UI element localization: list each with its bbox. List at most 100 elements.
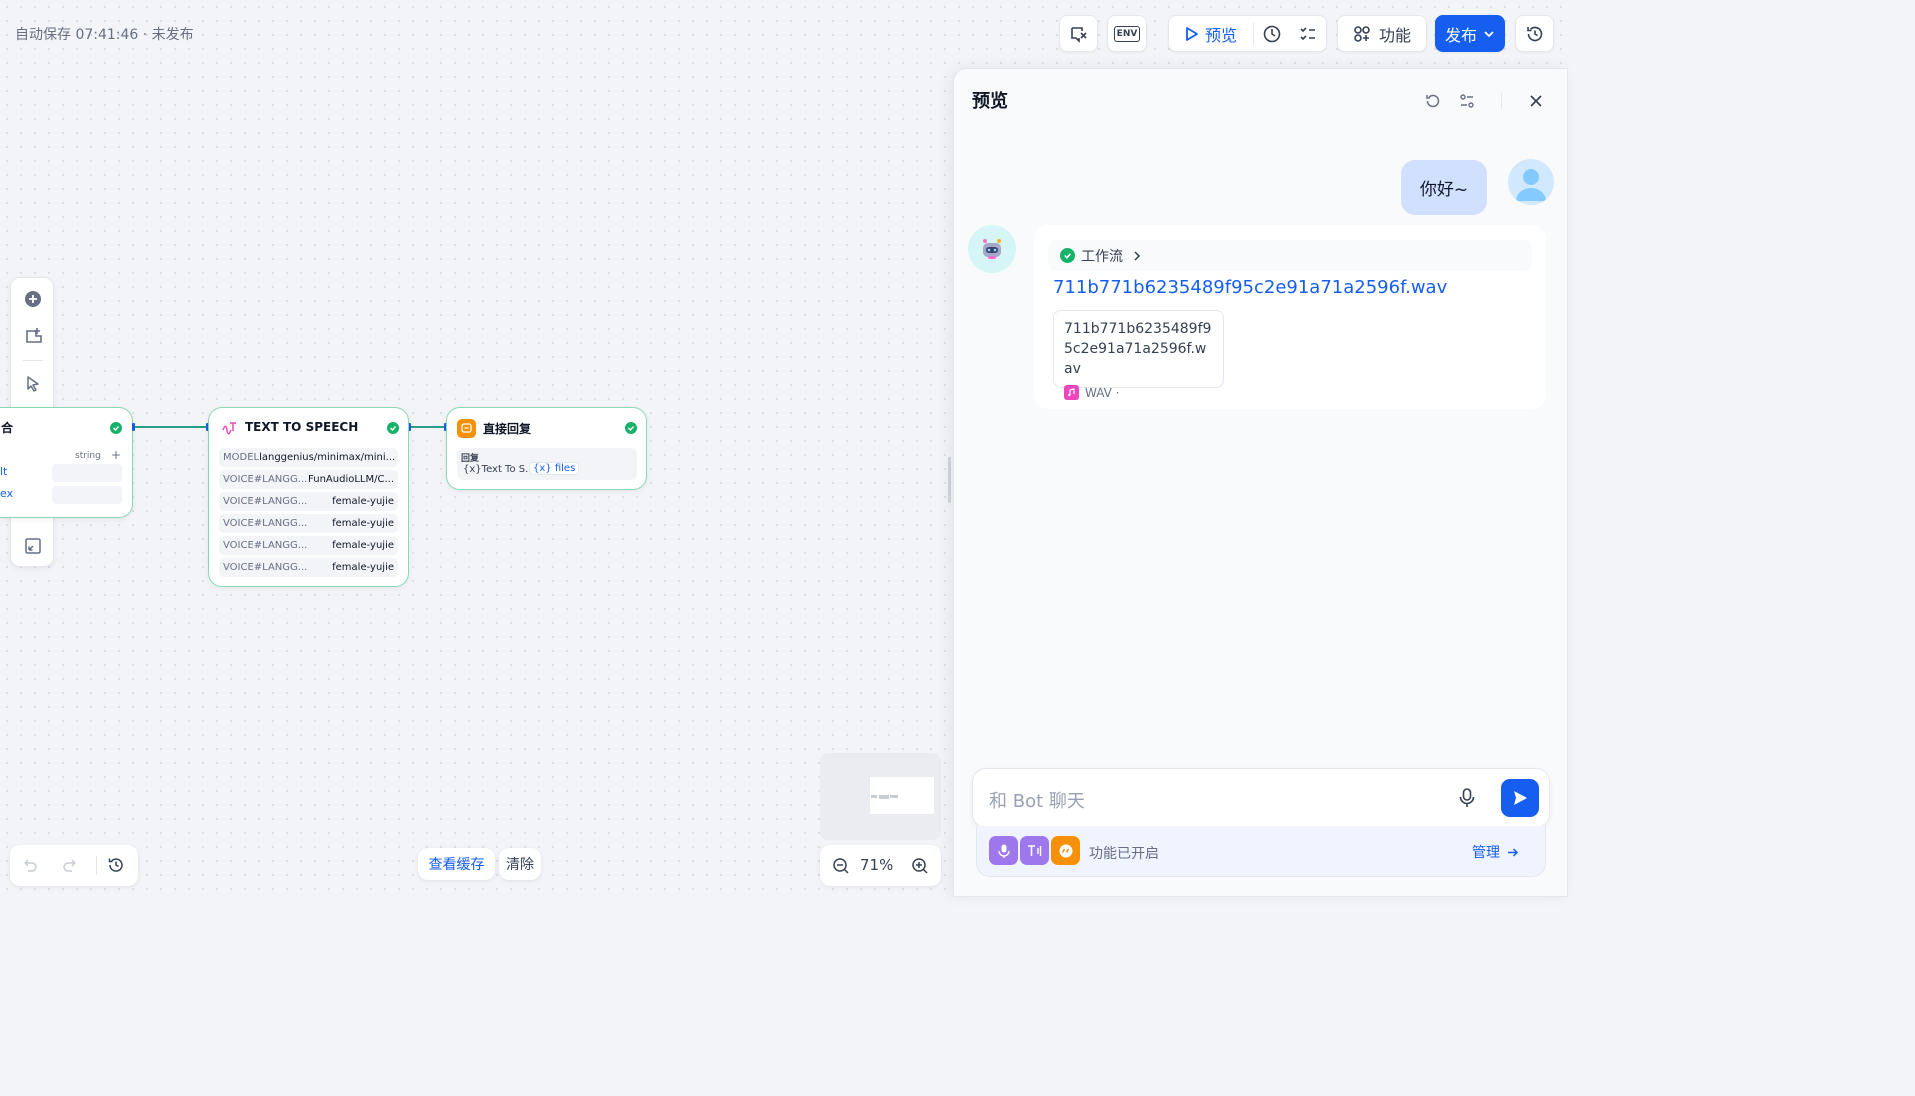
env-button[interactable]: ENV [1107,15,1147,52]
zoom-level[interactable]: 71% [860,856,893,874]
preview-panel: 预览 你好~ 工作流 711b771b6235489f95c2e91a71a25… [953,68,1568,897]
version-history-button[interactable] [1515,15,1554,52]
tts-param-row: VOICE#LANGG... female-yujie [219,492,398,511]
zoom-out-icon[interactable] [832,857,850,879]
tts-icon [221,420,238,437]
plus-circle-icon [24,290,41,307]
message-check-icon [1070,26,1087,43]
minimap-toggle-button[interactable] [18,531,47,560]
env-icon: ENV [1113,25,1141,42]
restart-icon[interactable] [1421,89,1445,113]
redo-icon[interactable] [61,856,79,878]
answer-content: 回复 {x}Text To S... {x} files [457,448,637,480]
bot-message: 工作流 711b771b6235489f95c2e91a71a2596f.wav… [1034,225,1546,409]
microphone-icon[interactable] [1457,787,1477,813]
publish-label: 发布 [1444,25,1477,45]
features-enabled-label: 功能已开启 [1089,846,1159,862]
variable-type: string [75,451,101,461]
file-attachment[interactable]: 711b771b6235489f95c2e91a71a2596f.wav WAV… [1053,310,1224,400]
change-history-icon[interactable] [107,856,125,878]
list-check-icon [1300,26,1315,40]
undo-icon[interactable] [21,856,39,878]
history-controls [10,845,138,886]
add-note-button[interactable] [18,321,47,350]
opening-statement-icon [1051,836,1080,865]
success-check-icon [1060,248,1075,263]
zoom-controls: 71% [820,845,941,886]
text-to-speech-icon [1020,836,1049,865]
tts-node[interactable]: TEXT TO SPEECH MODEL langgenius/minimax/m… [208,407,409,587]
view-cache-button[interactable]: 查看缓存 [418,848,495,880]
variable-row [52,486,122,504]
variables-settings-icon[interactable] [1455,89,1479,113]
history-icon [1526,26,1542,41]
clear-cache-button[interactable]: 清除 [499,848,541,880]
robot-icon [983,239,1001,259]
answer-icon [457,419,476,438]
edge-start-tts[interactable] [133,426,208,428]
success-check-icon [110,422,122,434]
chevron-down-icon [1484,30,1494,37]
chevron-right-icon [1134,250,1141,261]
start-node-var-fragment: ex [0,487,14,500]
panel-resize-handle[interactable] [948,457,951,503]
play-icon [1186,26,1198,41]
speech-to-text-icon [989,836,1018,865]
preview-group: 预览 [1168,15,1327,52]
answer-node-title: 直接回复 [483,422,532,436]
workflow-process-toggle[interactable]: 工作流 [1048,240,1532,271]
chat-input[interactable]: 和 Bot 聊天 [989,787,1085,813]
features-label: 功能 [1378,25,1411,45]
minimap[interactable] [820,753,941,840]
close-icon[interactable] [1524,89,1548,113]
answer-var-chip: {x} files [529,462,580,475]
tts-param-row: VOICE#LANGG... female-yujie [219,558,398,577]
answer-var-ref: {x}Text To S... [463,464,535,475]
chat-input-box[interactable]: 和 Bot 聊天 [972,768,1550,828]
success-check-icon [387,422,399,434]
edge-tts-answer[interactable] [409,426,446,428]
audio-file-icon [1064,385,1079,400]
tts-param-row: MODEL langgenius/minimax/mini... [219,448,398,467]
features-bar: 功能已开启 管理 [976,826,1546,877]
run-history-button[interactable] [1254,24,1290,44]
success-check-icon [625,422,637,434]
file-link[interactable]: 711b771b6235489f95c2e91a71a2596f.wav [1053,277,1447,298]
checklist-button[interactable] [1290,24,1326,44]
start-node[interactable]: 合 string + [0,407,133,518]
add-variable-icon[interactable]: + [111,448,121,462]
zoom-in-icon[interactable] [911,857,929,879]
answer-node[interactable]: 直接回复 回复 {x}Text To S... {x} files [446,407,647,490]
autosave-status: 自动保存 07:41:46 · 未发布 [15,27,194,43]
start-node-title: 合 [1,421,14,435]
manage-features-link[interactable]: 管理 [1472,842,1519,862]
tts-param-row: VOICE#LANGG... FunAudioLLM/C... [219,470,398,489]
answer-section-label: 回复 [461,454,480,464]
start-node-var-fragment: lt [0,465,8,478]
preview-label: 预览 [1205,25,1238,45]
source-handle[interactable] [132,423,135,431]
send-icon [1514,791,1527,805]
pointer-mode-button[interactable] [18,369,47,398]
add-node-button[interactable] [18,284,47,313]
arrow-right-icon [1508,847,1519,857]
publish-button[interactable]: 发布 [1435,15,1505,52]
preview-button[interactable]: 预览 [1169,22,1253,46]
features-button[interactable]: 功能 [1337,15,1427,52]
apps-icon [1354,25,1370,42]
file-name: 711b771b6235489f95c2e91a71a2596f.wav [1064,321,1212,377]
preview-panel-title: 预览 [972,91,1008,112]
tts-param-row: VOICE#LANGG... female-yujie [219,536,398,555]
user-avatar [1508,159,1554,205]
minimap-icon [24,537,41,554]
file-type: WAV · [1085,385,1120,400]
send-button[interactable] [1501,779,1539,817]
cursor-icon [26,375,39,392]
tts-node-title: TEXT TO SPEECH [245,420,359,434]
tts-param-row: VOICE#LANGG... female-yujie [219,514,398,533]
bot-avatar [968,225,1016,273]
sticky-note-icon [25,327,42,343]
variable-row [52,464,122,482]
checklist-toggle-button[interactable] [1059,15,1098,52]
user-message: 你好~ [1401,160,1487,215]
